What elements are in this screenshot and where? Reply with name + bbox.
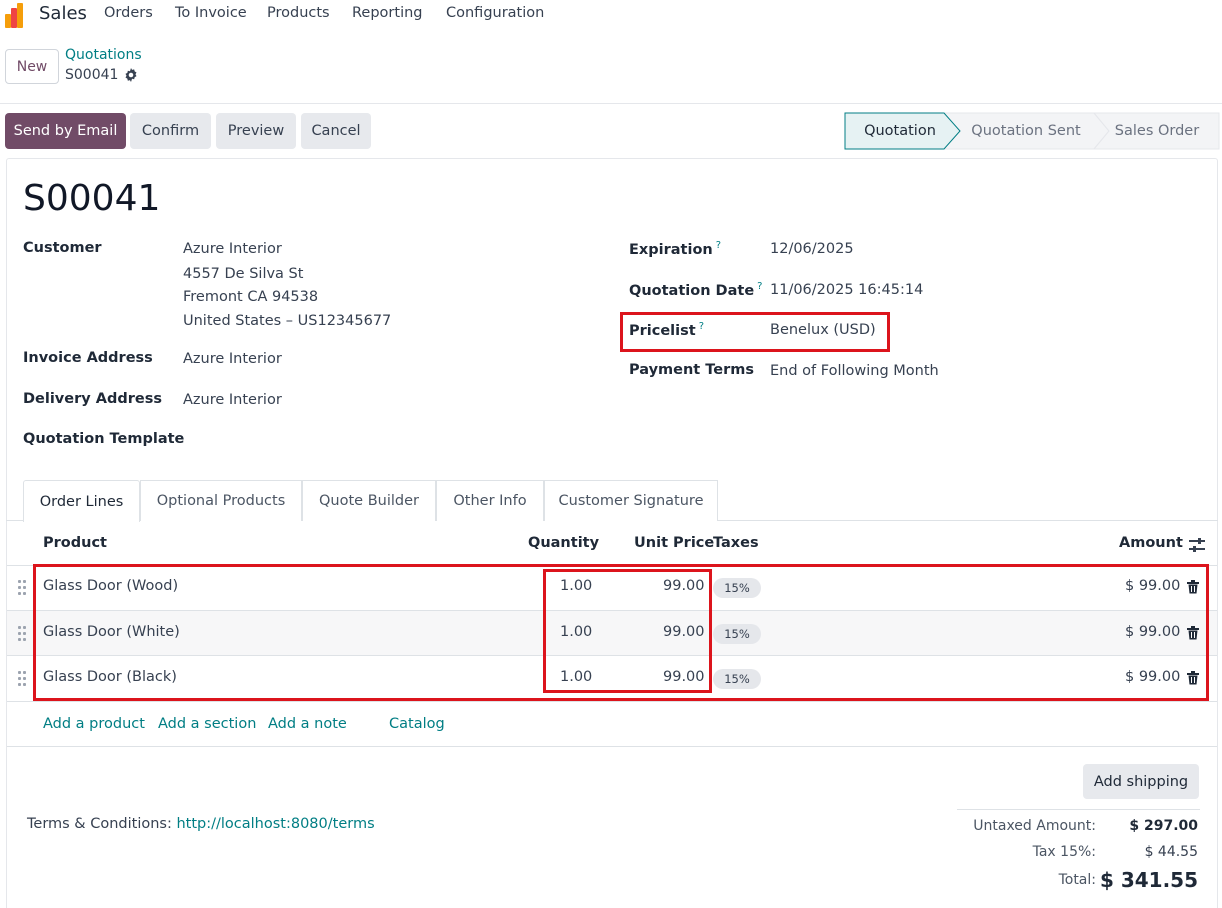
tab-other-info[interactable]: Other Info <box>436 480 544 521</box>
expiration-label-text: Expiration <box>629 241 713 258</box>
order-title: S00041 <box>23 178 161 219</box>
expiration-label: Expiration? <box>629 240 721 258</box>
menu-orders[interactable]: Orders <box>104 5 153 21</box>
menu-products[interactable]: Products <box>267 5 330 21</box>
customer-address-line1: 4557 De Silva St <box>183 266 304 282</box>
customer-address-line2: Fremont CA 94538 <box>183 289 319 305</box>
totals-divider <box>957 809 1200 810</box>
payment-terms-field[interactable]: End of Following Month <box>770 363 939 379</box>
column-header-amount[interactable]: Amount <box>1119 535 1183 551</box>
quotation-template-label: Quotation Template <box>23 431 185 447</box>
tax-value: $ 44.55 <box>1144 844 1198 860</box>
invoice-address-label: Invoice Address <box>23 350 153 366</box>
tab-order-lines[interactable]: Order Lines <box>23 480 140 522</box>
drag-handle-icon[interactable] <box>18 626 28 642</box>
send-by-email-button[interactable]: Send by Email <box>5 113 126 149</box>
customer-name[interactable]: Azure Interior <box>183 241 282 257</box>
add-product-link[interactable]: Add a product <box>43 716 145 732</box>
quantity-price-highlight-box <box>543 569 712 693</box>
add-shipping-button[interactable]: Add shipping <box>1083 764 1199 799</box>
payment-terms-label: Payment Terms <box>629 362 754 378</box>
customer-label: Customer <box>23 240 102 256</box>
lines-footer-divider <box>7 746 1217 747</box>
expiration-field[interactable]: 12/06/2025 <box>770 241 854 257</box>
tax-label: Tax 15%: <box>1032 844 1096 860</box>
tab-customer-signature[interactable]: Customer Signature <box>544 480 718 521</box>
menu-reporting[interactable]: Reporting <box>352 5 423 21</box>
confirm-button[interactable]: Confirm <box>130 113 211 149</box>
column-header-unit-price[interactable]: Unit Price <box>634 535 714 551</box>
column-header-taxes[interactable]: Taxes <box>713 535 759 551</box>
invoice-address-field[interactable]: Azure Interior <box>183 351 282 367</box>
breadcrumb-current-label: S00041 <box>65 67 119 83</box>
status-quotation-sent[interactable]: Quotation Sent <box>960 113 1092 149</box>
status-quotation[interactable]: Quotation <box>846 113 954 149</box>
breadcrumb-current: S00041 <box>65 67 138 83</box>
quotation-date-label-text: Quotation Date <box>629 282 755 299</box>
header-divider <box>0 103 1222 104</box>
add-section-link[interactable]: Add a section <box>158 716 256 732</box>
column-settings-icon[interactable] <box>1188 537 1206 553</box>
untaxed-amount-value: $ 297.00 <box>1129 818 1198 834</box>
menu-to-invoice[interactable]: To Invoice <box>175 5 247 21</box>
tab-optional-products[interactable]: Optional Products <box>140 480 302 521</box>
drag-handle-icon[interactable] <box>18 580 28 596</box>
column-header-product[interactable]: Product <box>43 535 107 551</box>
untaxed-amount-label: Untaxed Amount: <box>973 818 1096 834</box>
app-name[interactable]: Sales <box>39 3 87 24</box>
tab-quote-builder[interactable]: Quote Builder <box>302 480 436 521</box>
cancel-button[interactable]: Cancel <box>301 113 371 149</box>
column-header-quantity[interactable]: Quantity <box>528 535 599 551</box>
table-bottom-line <box>7 701 1217 702</box>
drag-handle-icon[interactable] <box>18 671 28 687</box>
preview-button[interactable]: Preview <box>216 113 296 149</box>
help-icon[interactable]: ? <box>716 240 721 251</box>
status-sales-order[interactable]: Sales Order <box>1106 113 1208 149</box>
add-note-link[interactable]: Add a note <box>268 716 347 732</box>
terms-link[interactable]: http://localhost:8080/terms <box>176 816 374 832</box>
pricelist-highlight-box <box>620 312 890 352</box>
quotation-date-field[interactable]: 11/06/2025 16:45:14 <box>770 282 923 298</box>
customer-address-line3: United States – US12345677 <box>183 313 392 329</box>
new-button[interactable]: New <box>5 49 59 84</box>
terms-and-conditions: Terms & Conditions: http://localhost:808… <box>27 816 375 832</box>
gear-icon[interactable] <box>124 68 138 82</box>
terms-label: Terms & Conditions: <box>27 816 172 832</box>
sales-app-logo-icon[interactable] <box>3 2 29 28</box>
catalog-link[interactable]: Catalog <box>389 716 445 732</box>
quotation-date-label: Quotation Date? <box>629 281 762 299</box>
breadcrumb-quotations-link[interactable]: Quotations <box>65 47 142 63</box>
delivery-address-label: Delivery Address <box>23 391 162 407</box>
help-icon[interactable]: ? <box>757 281 762 292</box>
top-navbar: Sales Orders To Invoice Products Reporti… <box>0 0 1222 30</box>
delivery-address-field[interactable]: Azure Interior <box>183 392 282 408</box>
total-value: $ 341.55 <box>1099 868 1198 892</box>
menu-configuration[interactable]: Configuration <box>446 5 544 21</box>
